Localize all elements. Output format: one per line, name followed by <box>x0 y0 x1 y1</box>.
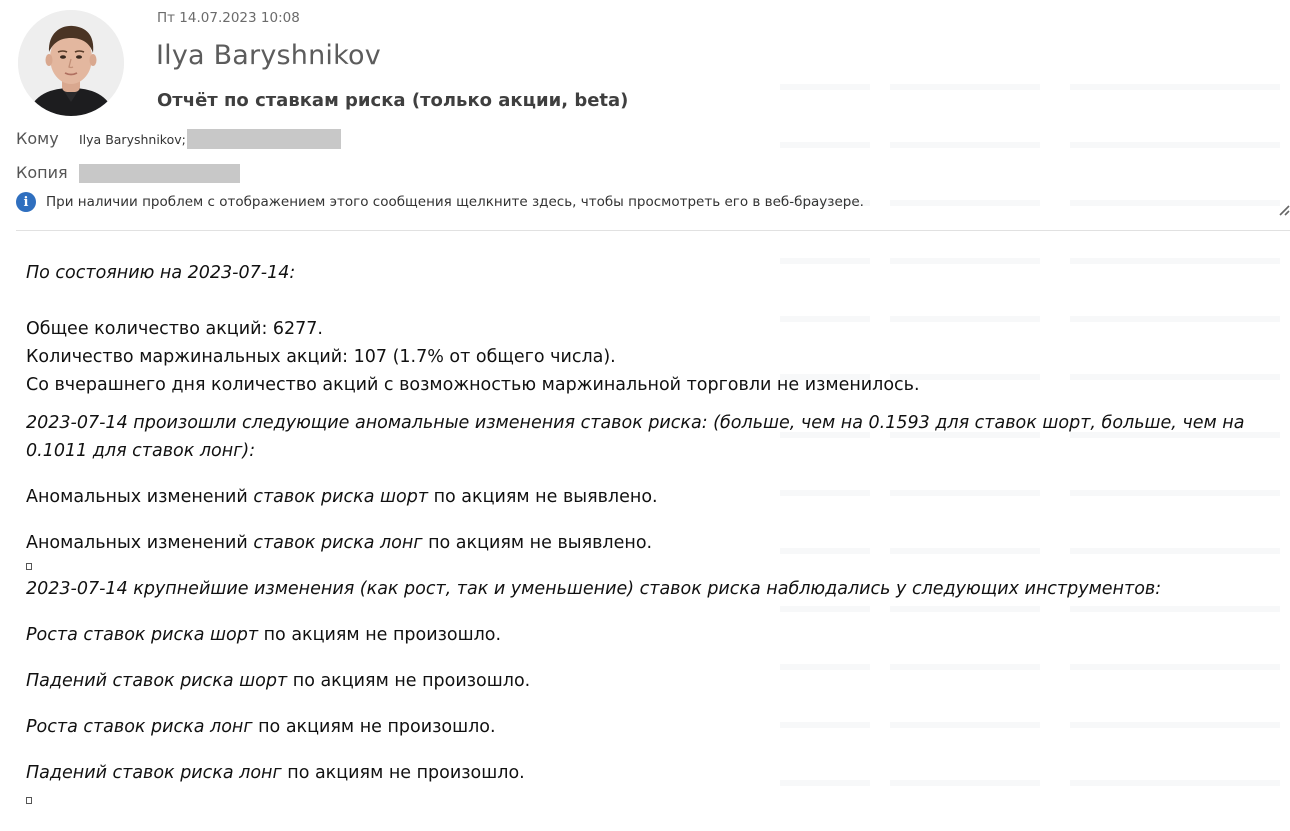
header-divider <box>16 230 1290 231</box>
to-recipient-name[interactable]: Ilya Baryshnikov; <box>79 132 186 147</box>
to-recipients[interactable]: Ilya Baryshnikov; <box>79 129 341 149</box>
largest-changes-intro: 2023-07-14 крупнейшие изменения (как рос… <box>26 579 1162 599</box>
fall-short-line: Падений ставок риска шорт по акциям не п… <box>26 671 531 691</box>
sender-name[interactable]: Ilya Baryshnikov <box>156 40 381 71</box>
no-change-line: Со вчерашнего дня количество акций с воз… <box>26 375 920 395</box>
redacted-cc-recipient <box>79 164 240 183</box>
info-bar-text[interactable]: При наличии проблем с отображением этого… <box>46 194 864 210</box>
message-body: По состоянию на 2023-07-14: Общее количе… <box>26 259 1266 804</box>
redacted-recipient <box>186 129 341 149</box>
rise-short-line: Роста ставок риска шорт по акциям не про… <box>26 625 502 645</box>
anomalies-short-line: Аномальных изменений ставок риска шорт п… <box>26 487 658 507</box>
anomalies-long-line: Аномальных изменений ставок риска лонг п… <box>26 533 653 553</box>
info-bar[interactable]: i При наличии проблем с отображением это… <box>16 191 864 213</box>
message-date: Пт 14.07.2023 10:08 <box>157 10 300 26</box>
info-icon: i <box>16 192 36 212</box>
total-shares-line: Общее количество акций: 6277. <box>26 319 323 339</box>
empty-paragraph-marker <box>26 563 32 570</box>
message-subject: Отчёт по ставкам риска (только акции, be… <box>157 90 629 111</box>
sender-avatar[interactable] <box>18 10 124 116</box>
to-label: Кому <box>16 129 59 148</box>
resize-handle-icon[interactable] <box>1278 204 1290 216</box>
avatar-photo <box>18 10 124 116</box>
empty-paragraph-marker-2 <box>26 797 32 804</box>
margin-shares-line: Количество маржинальных акций: 107 (1.7%… <box>26 347 616 367</box>
fall-long-line: Падений ставок риска лонг по акциям не п… <box>26 763 525 783</box>
anomalies-intro: 2023-07-14 произошли следующие аномальны… <box>26 413 1245 461</box>
as-of-line: По состоянию на 2023-07-14: <box>26 263 296 283</box>
email-reading-pane: Пт 14.07.2023 10:08 Ilya Baryshnikov Отч… <box>0 0 1290 831</box>
cc-label: Копия <box>16 163 68 182</box>
rise-long-line: Роста ставок риска лонг по акциям не про… <box>26 717 496 737</box>
